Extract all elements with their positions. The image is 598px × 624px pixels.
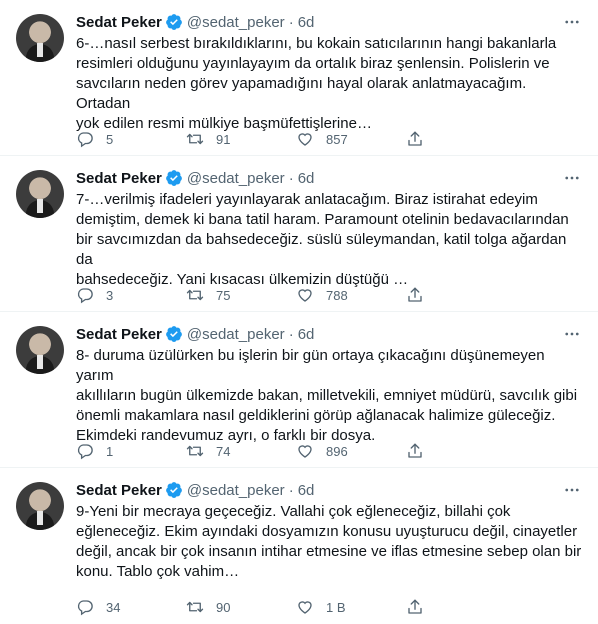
tweet[interactable]: Sedat Peker @sedat_peker · 6d 9-Yeni bir… [0,468,598,624]
retweet-button[interactable]: 75 [186,286,230,304]
separator: · [288,169,294,187]
tweet-header: Sedat Peker @sedat_peker · 6d [76,480,582,500]
retweet-count: 75 [216,287,231,303]
separator: · [288,13,294,31]
tweet-text: 8- duruma üzülürken bu işlerin bir gün o… [76,347,578,444]
share-icon [406,286,436,304]
author-handle[interactable]: @sedat_peker [187,326,285,343]
reply-icon [76,130,106,148]
tweet[interactable]: Sedat Peker @sedat_peker · 6d 6-…nasıl s… [0,0,598,156]
tweet-text: 6-…nasıl serbest bırakıldıklarını, bu ko… [76,35,557,132]
reply-count: 5 [106,131,114,147]
retweet-count: 74 [216,443,231,459]
author-handle[interactable]: @sedat_peker [187,170,285,187]
like-count: 857 [326,131,348,147]
timestamp[interactable]: 6d [298,326,315,343]
separator: · [288,481,294,499]
verified-badge-icon [165,13,183,31]
tweet-feed: Sedat Peker @sedat_peker · 6d 6-…nasıl s… [0,0,598,624]
share-icon [406,130,436,148]
share-icon [406,442,436,460]
more-icon[interactable] [562,168,582,188]
reply-button[interactable]: 3 [76,286,113,304]
like-button[interactable]: 857 [296,130,348,148]
share-button[interactable] [406,442,436,460]
reply-button[interactable]: 5 [76,130,113,148]
more-icon[interactable] [562,324,582,344]
heart-icon [296,286,326,304]
separator: · [288,325,294,343]
author-name[interactable]: Sedat Peker [76,326,162,343]
retweet-icon [186,130,216,148]
more-icon[interactable] [562,12,582,32]
tweet-actions: 34 90 1 B [76,598,506,618]
tweet-header: Sedat Peker @sedat_peker · 6d [76,12,582,32]
timestamp[interactable]: 6d [298,14,315,31]
heart-icon [296,130,326,148]
like-count: 1 B [326,599,346,615]
tweet-actions: 5 91 857 [76,130,506,150]
like-count: 788 [326,287,348,303]
reply-icon [76,286,106,304]
tweet-actions: 3 75 788 [76,286,506,306]
tweet-text: 9-Yeni bir mecraya geçeceğiz. Vallahi ço… [76,503,582,580]
tweet[interactable]: Sedat Peker @sedat_peker · 6d 8- duruma … [0,312,598,468]
author-name[interactable]: Sedat Peker [76,170,162,187]
verified-badge-icon [165,169,183,187]
share-button[interactable] [406,130,436,148]
timestamp[interactable]: 6d [298,482,315,499]
avatar[interactable] [16,482,64,530]
reply-count: 34 [106,599,121,615]
heart-icon [296,442,326,460]
author-handle[interactable]: @sedat_peker [187,14,285,31]
share-button[interactable] [406,598,436,616]
retweet-button[interactable]: 91 [186,130,230,148]
avatar[interactable] [16,170,64,218]
reply-icon [76,442,106,460]
author-name[interactable]: Sedat Peker [76,14,162,31]
avatar[interactable] [16,14,64,62]
share-button[interactable] [406,286,436,304]
tweet-header: Sedat Peker @sedat_peker · 6d [76,324,582,344]
share-icon [406,598,436,616]
retweet-icon [186,442,216,460]
tweet-header: Sedat Peker @sedat_peker · 6d [76,168,582,188]
retweet-count: 91 [216,131,231,147]
timestamp[interactable]: 6d [298,170,315,187]
reply-button[interactable]: 34 [76,598,120,616]
heart-icon [296,598,326,616]
avatar[interactable] [16,326,64,374]
tweet-text: 7-…verilmiş ifadeleri yayınlayarak anlat… [76,191,569,288]
reply-icon [76,598,106,616]
reply-button[interactable]: 1 [76,442,113,460]
verified-badge-icon [165,325,183,343]
retweet-icon [186,598,216,616]
retweet-count: 90 [216,599,231,615]
like-button[interactable]: 896 [296,442,348,460]
retweet-icon [186,286,216,304]
like-button[interactable]: 788 [296,286,348,304]
reply-count: 1 [106,443,114,459]
reply-count: 3 [106,287,114,303]
tweet[interactable]: Sedat Peker @sedat_peker · 6d 7-…verilmi… [0,156,598,312]
retweet-button[interactable]: 74 [186,442,230,460]
retweet-button[interactable]: 90 [186,598,230,616]
like-count: 896 [326,443,348,459]
verified-badge-icon [165,481,183,499]
author-name[interactable]: Sedat Peker [76,482,162,499]
tweet-actions: 1 74 896 [76,442,506,462]
more-icon[interactable] [562,480,582,500]
like-button[interactable]: 1 B [296,598,346,616]
author-handle[interactable]: @sedat_peker [187,482,285,499]
